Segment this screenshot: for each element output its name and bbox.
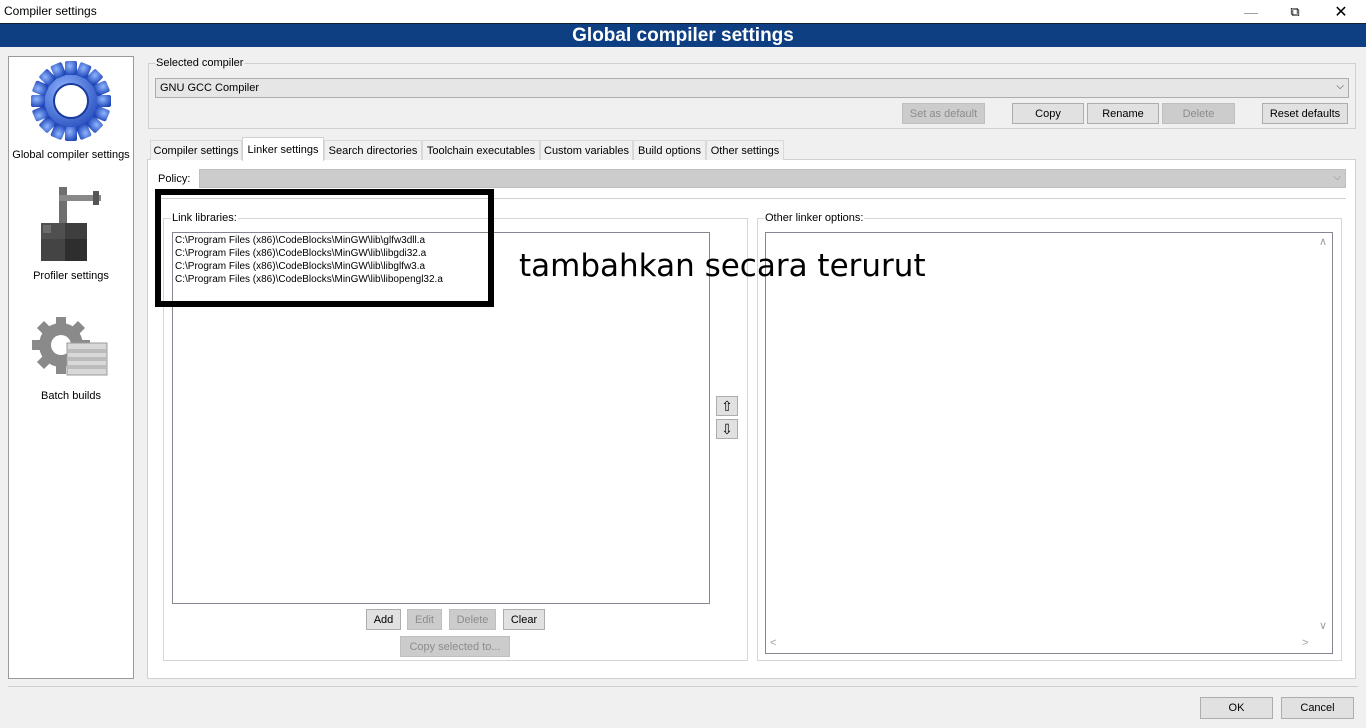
- category-batch-builds[interactable]: Batch builds: [9, 316, 133, 402]
- arrow-down-icon: ⇩: [721, 420, 733, 437]
- vertical-scrollbar[interactable]: ∧ ∨: [1315, 233, 1332, 638]
- annotation-highlight-box: [155, 189, 494, 307]
- annotation-text: tambahkan secara terurut: [519, 248, 926, 284]
- settings-category-list: Global compiler settings Profiler settin…: [8, 56, 134, 679]
- category-label: Batch builds: [41, 390, 101, 402]
- scroll-down-icon[interactable]: ∨: [1319, 619, 1327, 632]
- delete-library-button[interactable]: Delete: [449, 609, 496, 630]
- arrow-up-icon: ⇧: [721, 397, 733, 414]
- category-profiler[interactable]: Profiler settings: [9, 183, 133, 282]
- tab-other-settings[interactable]: Other settings: [706, 140, 784, 160]
- delete-compiler-button[interactable]: Delete: [1162, 103, 1235, 124]
- gear-icon: [31, 61, 111, 141]
- category-label: Global compiler settings: [12, 149, 130, 161]
- move-down-button[interactable]: ⇩: [716, 419, 738, 439]
- minimize-button[interactable]: —: [1228, 0, 1274, 23]
- compiler-select[interactable]: GNU GCC Compiler ⌵: [155, 78, 1349, 98]
- title-bar: [0, 0, 1366, 23]
- policy-select[interactable]: ⌵: [199, 169, 1346, 188]
- divider: [8, 686, 1358, 687]
- page-title: Global compiler settings: [0, 23, 1366, 47]
- add-library-button[interactable]: Add: [366, 609, 401, 630]
- rename-compiler-button[interactable]: Rename: [1087, 103, 1159, 124]
- close-button[interactable]: ✕: [1318, 0, 1364, 23]
- tab-build-options[interactable]: Build options: [633, 140, 706, 160]
- category-label: Profiler settings: [33, 270, 109, 282]
- move-up-button[interactable]: ⇧: [716, 396, 738, 416]
- tab-custom-variables[interactable]: Custom variables: [540, 140, 633, 160]
- tab-toolchain-executables[interactable]: Toolchain executables: [422, 140, 540, 160]
- horizontal-scrollbar[interactable]: < >: [766, 637, 1315, 653]
- copy-selected-to-button[interactable]: Copy selected to...: [400, 636, 510, 657]
- edit-library-button[interactable]: Edit: [407, 609, 442, 630]
- other-linker-options-label: Other linker options:: [764, 212, 865, 224]
- policy-label: Policy:: [158, 173, 191, 185]
- tab-search-directories[interactable]: Search directories: [324, 140, 422, 160]
- tab-linker-settings[interactable]: Linker settings: [242, 137, 324, 161]
- ok-button[interactable]: OK: [1200, 697, 1273, 719]
- other-linker-options-textarea[interactable]: [765, 232, 1333, 654]
- scroll-left-icon[interactable]: <: [770, 637, 776, 649]
- scroll-right-icon[interactable]: >: [1302, 637, 1308, 649]
- caliper-icon: [41, 187, 101, 261]
- chevron-down-icon: ⌵: [1336, 81, 1344, 92]
- chevron-down-icon: ⌵: [1333, 172, 1341, 183]
- reset-defaults-button[interactable]: Reset defaults: [1262, 103, 1348, 124]
- maximize-button[interactable]: ⧉: [1272, 0, 1318, 23]
- compiler-select-value: GNU GCC Compiler: [160, 82, 260, 94]
- category-global-compiler[interactable]: Global compiler settings: [9, 60, 133, 161]
- copy-compiler-button[interactable]: Copy: [1012, 103, 1084, 124]
- selected-compiler-label: Selected compiler: [155, 57, 245, 69]
- tab-compiler-settings[interactable]: Compiler settings: [150, 140, 242, 160]
- scroll-up-icon[interactable]: ∧: [1319, 235, 1327, 248]
- cancel-button[interactable]: Cancel: [1281, 697, 1354, 719]
- set-default-button[interactable]: Set as default: [902, 103, 985, 124]
- window-title: Compiler settings: [4, 4, 97, 18]
- gear-stack-icon: [32, 316, 108, 376]
- clear-libraries-button[interactable]: Clear: [503, 609, 545, 630]
